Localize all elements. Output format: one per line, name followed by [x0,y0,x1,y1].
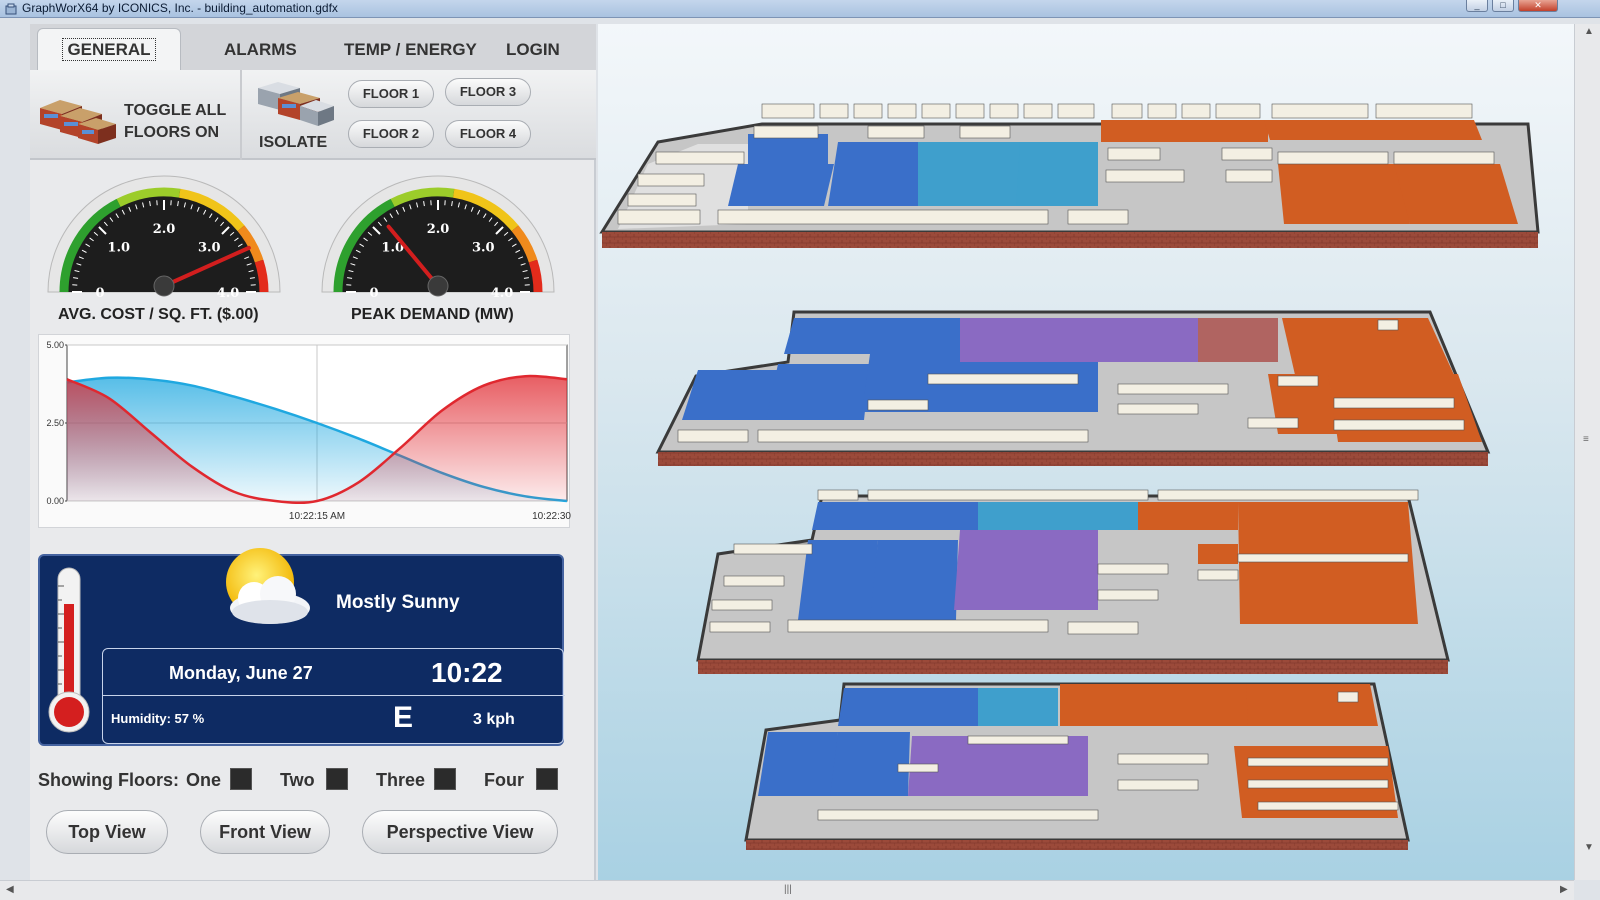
tab-login[interactable]: LOGIN [506,40,560,60]
buildings-icon [40,100,116,144]
floor-1-model[interactable] [744,682,1410,850]
gauge-tick-label: 3.0 [472,241,495,256]
avg-cost-gauge-label: AVG. COST / SQ. FT. ($.00) [58,306,259,323]
top-view-button[interactable]: Top View [46,810,168,854]
wind-speed: 3 kph [473,711,515,728]
wind-direction: E [393,701,414,734]
gauge-tick-label: 2.0 [153,222,176,237]
floor-two-label: Two [280,770,315,790]
peak-demand-gauge-label: PEAK DEMAND (MW) [351,306,514,323]
showing-floors-row: Showing Floors: One Two Three Four [30,762,596,802]
front-view-button[interactable]: Front View [200,810,330,854]
gauge-tick-label: 4.0 [491,286,514,300]
scroll-thumb-grip-icon[interactable]: ≡ [1583,434,1589,445]
weather-date: Monday, June 27 [169,663,313,683]
scroll-left-arrow-icon[interactable]: ◀ [6,884,14,895]
floor-three-label: Three [376,770,426,790]
tab-temp-energy[interactable]: TEMP / ENERGY [344,40,477,60]
weather-condition: Mostly Sunny [336,592,460,613]
mostly-sunny-icon [226,548,310,624]
gauges-row: 0 1.0 2.0 3.0 4.0 AVG. COST / SQ. FT. ($.00)… [30,160,596,335]
close-button[interactable]: ✕ [1518,0,1558,12]
tab-alarms[interactable]: ALARMS [224,40,297,60]
scroll-up-arrow-icon[interactable]: ▲ [1584,26,1594,37]
hscroll-thumb-grip-icon[interactable]: ||| [784,884,792,895]
chart-y-tick-label: 5.00 [46,340,64,350]
gauge-tick-label: 0 [95,286,104,300]
trend-chart-svg: 5.00 2.50 0.00 10:22:15 AM 10:22:30 [46,340,571,522]
showing-floors-label: Showing Floors: [38,770,179,790]
building-floors-3d-view [599,103,1540,850]
floor-three-checkbox[interactable] [434,768,456,790]
floor-four-label: Four [484,770,524,790]
avg-cost-gauge: 0 1.0 2.0 3.0 4.0 [47,175,281,300]
chart-x-tick-label: 10:22:30 [532,511,571,522]
chart-x-tick-label: 10:22:15 AM [289,511,345,522]
tab-general[interactable]: GENERAL [37,28,181,70]
floor-3-button[interactable]: FLOOR 3 [445,78,531,106]
peak-demand-gauge: 01.02.03.04.0 [321,175,555,300]
vertical-scrollbar[interactable]: ▲ ≡ ▼ [1574,24,1600,880]
chart-y-tick-label: 2.50 [46,418,64,428]
floor-one-label: One [186,770,222,790]
weather-panel: Mostly Sunny Monday, June 27 10:22 Humid… [38,548,565,746]
gauge-color-band [254,259,269,293]
window-titlebar: GraphWorX64 by ICONICS, Inc. - building_… [0,0,1600,18]
gauge-color-band [528,259,543,293]
gauge-tick-label: 3.0 [198,241,221,256]
floor-toolbar: TOGGLE ALL FLOORS ON ISOLATE FLOOR 1 FLO… [30,70,596,160]
window-frame-left [0,18,30,880]
toggle-all-label-line2: FLOORS ON [124,124,220,141]
gauge-needle-hub [153,275,175,297]
gauge-tick-label: 0 [369,286,378,300]
floor-four-checkbox[interactable] [536,768,558,790]
gauge-tick-label: 2.0 [427,222,450,237]
weather-info-divider [103,695,565,696]
floor-one-checkbox[interactable] [230,768,252,790]
isolate-label: ISOLATE [259,134,328,151]
building-3d-viewport[interactable] [598,24,1574,880]
gauge-needle-hub [427,275,449,297]
window-title: GraphWorX64 by ICONICS, Inc. - building_… [22,1,338,15]
toggle-all-floors-button[interactable]: TOGGLE ALL FLOORS ON [38,80,234,150]
minimize-button[interactable]: _ [1466,0,1488,12]
gauge-tick-label: 4.0 [217,286,240,300]
floor-3-model[interactable] [655,310,1491,466]
tab-general-label: GENERAL [62,38,156,61]
horizontal-scrollbar[interactable]: ◀ ||| ▶ [0,880,1574,900]
floor-two-checkbox[interactable] [326,768,348,790]
trend-chart: 5.00 2.50 0.00 10:22:15 AM 10:22:30 [38,334,571,528]
app-icon [5,3,17,15]
floor-2-model[interactable] [696,489,1450,674]
toggle-all-label-line1: TOGGLE ALL [124,102,227,119]
perspective-view-button[interactable]: Perspective View [362,810,558,854]
scroll-right-arrow-icon[interactable]: ▶ [1560,884,1568,895]
scroll-down-arrow-icon[interactable]: ▼ [1584,842,1594,853]
chart-y-tick-label: 0.00 [46,496,64,506]
floor-4-model[interactable] [599,103,1540,248]
tab-bar: GENERAL ALARMS TEMP / ENERGY LOGIN [30,24,596,70]
isolate-buildings-icon [258,82,334,126]
floor-4-button[interactable]: FLOOR 4 [445,120,531,148]
weather-time: 10:22 [431,657,503,688]
thermometer-icon [48,567,90,733]
maximize-button[interactable]: □ [1492,0,1514,12]
control-panel: GENERAL ALARMS TEMP / ENERGY LOGIN TOGGL… [30,24,596,880]
isolate-button[interactable]: ISOLATE [256,76,340,156]
floor-2-button[interactable]: FLOOR 2 [348,120,434,148]
weather-info-box: Monday, June 27 10:22 Humidity: 57 % E 3… [102,648,565,744]
floor-1-button[interactable]: FLOOR 1 [348,80,434,108]
gauge-tick-label: 1.0 [107,241,130,256]
toggle-all-label: TOGGLE ALL FLOORS ON [124,100,226,144]
humidity-readout: Humidity: 57 % [111,711,205,726]
toolbar-divider [240,70,242,160]
